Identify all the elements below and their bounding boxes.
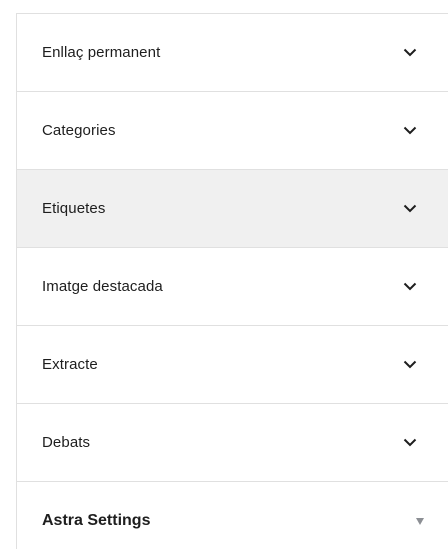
chevron-down-icon bbox=[403, 204, 417, 214]
panel-permalink-label: Enllaç permanent bbox=[42, 44, 161, 61]
panel-categories-label: Categories bbox=[42, 122, 116, 139]
panel-tags-label: Etiquetes bbox=[42, 200, 106, 217]
panel-tags[interactable]: Etiquetes bbox=[17, 170, 448, 248]
panel-excerpt[interactable]: Extracte bbox=[17, 326, 448, 404]
panel-discussion-label: Debats bbox=[42, 434, 91, 451]
panel-excerpt-label: Extracte bbox=[42, 356, 98, 373]
panel-featured-image[interactable]: Imatge destacada bbox=[17, 248, 448, 326]
panel-discussion[interactable]: Debats bbox=[17, 404, 448, 482]
panel-categories[interactable]: Categories bbox=[17, 92, 448, 170]
astra-settings-label: Astra Settings bbox=[42, 512, 151, 529]
document-settings-sidebar: Enllaç permanent Categories Etiquetes Im… bbox=[16, 13, 448, 549]
panel-featured-image-label: Imatge destacada bbox=[42, 278, 163, 295]
astra-settings-toggle[interactable]: Astra Settings bbox=[17, 482, 448, 560]
chevron-down-icon bbox=[403, 438, 417, 448]
caret-down-icon bbox=[416, 517, 424, 525]
chevron-down-icon bbox=[403, 360, 417, 370]
chevron-down-icon bbox=[403, 48, 417, 58]
panel-permalink[interactable]: Enllaç permanent bbox=[17, 14, 448, 92]
chevron-down-icon bbox=[403, 282, 417, 292]
chevron-down-icon bbox=[403, 126, 417, 136]
